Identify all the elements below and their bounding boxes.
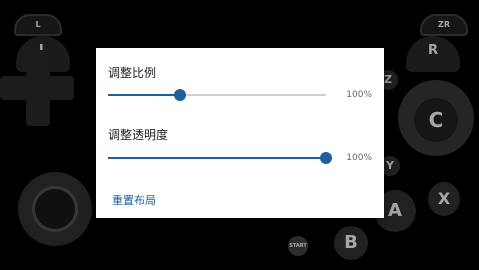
opacity-slider-fill [108,157,326,159]
scale-slider[interactable] [108,89,326,101]
layout-settings-dialog: 调整比例 100% 调整透明度 100% 重置布局 [96,48,384,218]
scale-slider-fill [108,94,180,96]
opacity-slider-thumb[interactable] [320,152,332,164]
reset-layout-button[interactable]: 重置布局 [112,192,156,208]
scale-slider-thumb[interactable] [173,89,186,101]
opacity-slider-label: 调整透明度 [108,128,169,142]
opacity-value: 100% [346,153,372,163]
scale-slider-label: 调整比例 [108,66,157,80]
scale-value: 100% [346,90,372,100]
opacity-slider[interactable] [108,152,332,164]
